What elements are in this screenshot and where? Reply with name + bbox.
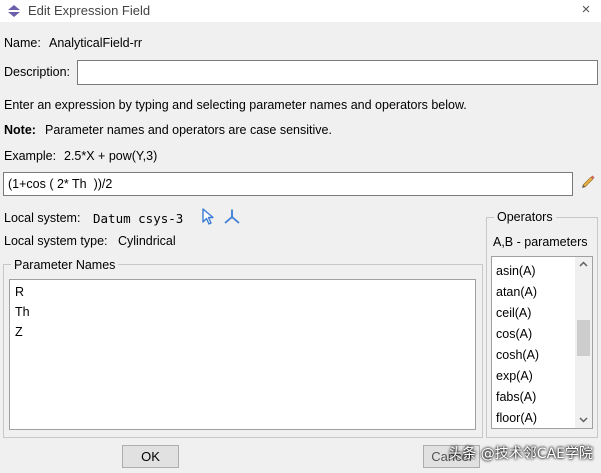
close-icon[interactable]: × bbox=[577, 1, 595, 19]
scroll-down-icon[interactable] bbox=[579, 417, 588, 423]
instructions-text: Enter an expression by typing and select… bbox=[4, 98, 467, 112]
name-value: AnalyticalField-rr bbox=[49, 36, 143, 50]
list-item[interactable]: Z bbox=[10, 322, 475, 342]
scroll-up-icon[interactable] bbox=[579, 261, 588, 267]
local-system-label: Local system: bbox=[4, 211, 81, 225]
example-label: Example: bbox=[4, 149, 57, 163]
description-label: Description: bbox=[4, 65, 70, 79]
window-title: Edit Expression Field bbox=[28, 3, 151, 18]
local-system-type-value: Cylindrical bbox=[118, 234, 176, 248]
expression-input[interactable] bbox=[3, 172, 573, 196]
app-icon bbox=[8, 5, 20, 17]
list-item[interactable]: R bbox=[10, 282, 475, 302]
operators-title: Operators bbox=[494, 210, 556, 224]
axes-triad-icon[interactable] bbox=[223, 208, 241, 226]
pencil-icon[interactable] bbox=[580, 173, 596, 189]
operators-scrollbar[interactable] bbox=[575, 257, 592, 428]
list-item[interactable]: Th bbox=[10, 302, 475, 322]
note-label: Note: bbox=[4, 123, 36, 137]
ok-button[interactable]: OK bbox=[122, 445, 179, 468]
watermark-text: 头条 @技术邻CAE学院 bbox=[448, 446, 593, 462]
scrollbar-thumb[interactable] bbox=[577, 320, 590, 356]
parameter-names-list: R Th Z bbox=[9, 279, 476, 430]
note-text: Parameter names and operators are case s… bbox=[45, 123, 332, 137]
local-system-value: Datum csys-3 bbox=[93, 211, 184, 226]
operators-subtitle: A,B - parameters bbox=[493, 235, 588, 249]
parameter-names-title: Parameter Names bbox=[11, 258, 119, 272]
example-text: 2.5*X + pow(Y,3) bbox=[64, 149, 158, 163]
name-label: Name: bbox=[4, 36, 41, 50]
local-system-type-label: Local system type: bbox=[4, 234, 108, 248]
description-input[interactable] bbox=[77, 60, 598, 85]
title-bar: Edit Expression Field × bbox=[0, 0, 601, 22]
cursor-arrow-icon[interactable] bbox=[200, 208, 216, 226]
